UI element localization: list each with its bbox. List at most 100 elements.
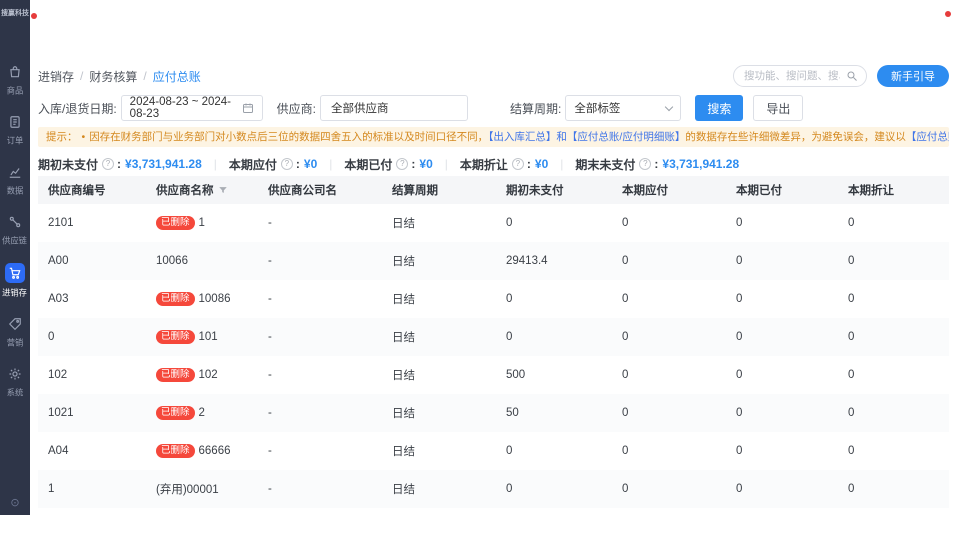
cell-company: - [258,331,382,343]
calendar-icon[interactable] [242,102,254,114]
search-button[interactable]: 搜索 [695,95,743,121]
info-icon[interactable]: ? [396,158,408,170]
chevron-down-icon [665,102,673,110]
cell-payable: 0 [612,331,726,343]
summary-label: 本期折让 [460,156,508,173]
cell-cycle-value: 日结 [392,291,415,307]
cell-discount-value: 0 [848,369,854,381]
summary-colon: : [654,157,658,171]
supplier-input[interactable] [329,101,459,115]
summary-label: 本期已付 [344,156,392,173]
cell-paid: 0 [726,293,838,305]
content-area: 进销存 / 财务核算 / 应付总账 新手引导 入 [30,0,959,515]
brand-logo: 搜赢科技 [1,0,29,24]
sidebar-item-label: 营销 [7,337,24,349]
toolbar-right: 新手引导 [733,65,949,87]
cell-payable-value: 0 [622,445,628,457]
date-range-input[interactable]: 2024-08-23 ~ 2024-08-23 [121,95,263,121]
cell-paid: 0 [726,369,838,381]
export-button[interactable]: 导出 [753,95,803,121]
table-row: A03已删除10086-日结0000 [38,280,949,318]
search-input[interactable] [742,69,842,83]
cell-name: 已删除10086 [146,292,258,306]
cell-opening: 0 [496,293,612,305]
breadcrumb-separator: / [80,69,83,83]
cell-payable-value: 0 [622,483,628,495]
cycle-select-value: 全部标签 [574,100,620,116]
payable-ledger-table: 供应商编号供应商名称供应商公司名结算周期期初未支付本期应付本期已付本期折让 21… [38,176,949,508]
deleted-badge: 已删除 [156,444,195,458]
cell-opening-value: 0 [506,217,512,229]
cell-code-value: A03 [48,293,68,305]
cell-name-value: 66666 [199,445,231,457]
info-icon[interactable]: ? [281,158,293,170]
cell-opening-value: 29413.4 [506,255,548,267]
deleted-badge: 已删除 [156,406,195,420]
sidebar-footer-icon[interactable]: ⊙ [10,496,19,515]
filter-row: 入库/退货日期: 2024-08-23 ~ 2024-08-23 供应商: 结算… [38,94,949,122]
search-icon[interactable] [846,70,858,82]
table-row: 0已删除101-日结0000 [38,318,949,356]
cell-payable-value: 0 [622,217,628,229]
breadcrumb-item[interactable]: 财务核算 [89,68,137,85]
goods-icon [6,63,24,81]
info-icon[interactable]: ? [639,158,651,170]
cell-paid-value: 0 [736,255,742,267]
guide-button[interactable]: 新手引导 [877,65,949,87]
sidebar-item-system[interactable]: 系统 [0,360,30,403]
cell-cycle: 日结 [382,291,496,307]
date-filter-label: 入库/退货日期: [38,100,117,117]
cell-company: - [258,217,382,229]
system-icon [6,365,24,383]
cell-company: - [258,407,382,419]
cell-cycle-value: 日结 [392,443,415,459]
cell-discount-value: 0 [848,331,854,343]
info-icon[interactable]: ? [102,158,114,170]
sidebar-item-supply-chain[interactable]: 供应链 [0,208,30,251]
cell-discount-value: 0 [848,407,854,419]
cell-company-value: - [268,255,272,267]
cell-discount: 0 [838,483,949,495]
column-header-label: 供应商编号 [48,182,106,198]
filter-icon[interactable] [218,185,228,195]
cell-code-value: 1 [48,483,54,495]
sidebar-item-goods[interactable]: 商品 [0,58,30,101]
cell-opening: 500 [496,369,612,381]
cell-opening: 0 [496,331,612,343]
sidebar-item-inventory[interactable]: 进销存 [0,258,30,303]
cycle-select[interactable]: 全部标签 [565,95,681,121]
cell-discount-value: 0 [848,255,854,267]
summary-value: ¥3,731,941.28 [125,157,202,171]
table-row: 102已删除102-日结500000 [38,356,949,394]
column-header: 本期已付 [726,182,838,198]
cell-opening-value: 0 [506,331,512,343]
notice-segment: 【应付总账/应付明细账】 [906,131,949,143]
sidebar-item-data[interactable]: 数据 [0,158,30,201]
info-icon[interactable]: ? [512,158,524,170]
summary-value: ¥3,731,941.28 [662,157,739,171]
cell-opening: 0 [496,483,612,495]
supply-chain-icon [6,213,24,231]
cell-name-value: 1 [199,217,205,229]
cell-cycle-value: 日结 [392,329,415,345]
sidebar-item-marketing[interactable]: 营销 [0,310,30,353]
cell-cycle: 日结 [382,443,496,459]
cell-payable: 0 [612,407,726,419]
column-header-label: 期初未支付 [506,182,564,198]
cell-code-value: 2101 [48,217,74,229]
summary-colon: : [117,157,121,171]
cell-cycle: 日结 [382,215,496,231]
summary-colon: : [527,157,531,171]
sidebar-item-orders[interactable]: 订单 [0,108,30,151]
cell-company-value: - [268,445,272,457]
summary-divider: | [560,157,563,171]
breadcrumb-item[interactable]: 进销存 [38,68,74,85]
summary-value: ¥0 [304,157,317,171]
cell-company: - [258,483,382,495]
notice-bullet: • [82,130,86,144]
cell-code-value: A00 [48,255,68,267]
cell-opening-value: 50 [506,407,519,419]
cell-company: - [258,369,382,381]
cell-paid: 0 [726,445,838,457]
cell-name: 已删除2 [146,406,258,420]
